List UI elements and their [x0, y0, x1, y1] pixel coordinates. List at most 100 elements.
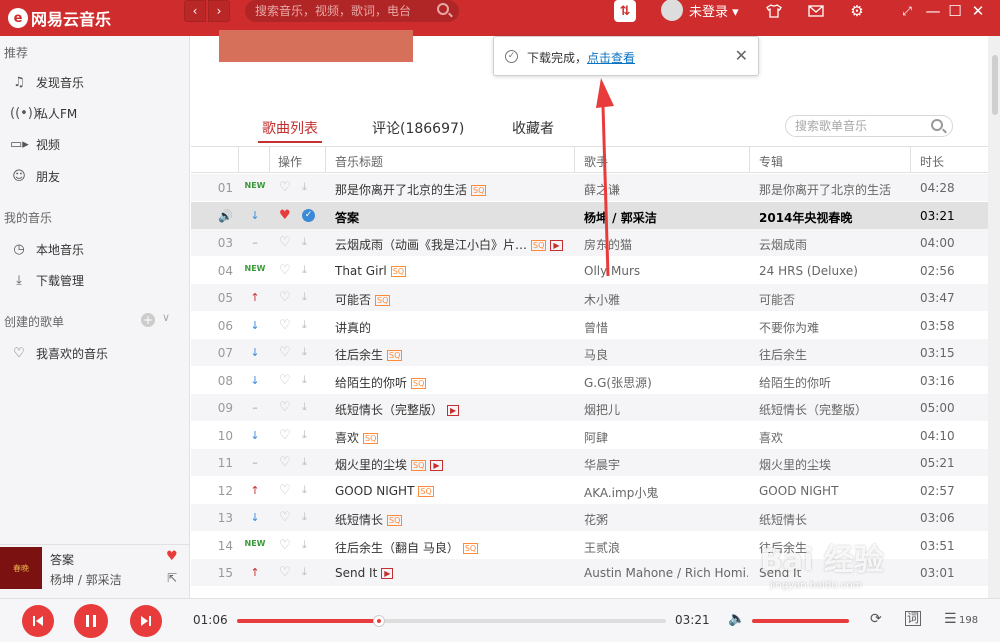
download-icon[interactable]: ⤓ [302, 373, 307, 387]
like-heart-icon[interactable]: ♡ [279, 235, 291, 250]
song-title-cell[interactable]: 可能否 SQ [335, 291, 573, 308]
download-icon[interactable]: ⤓ [302, 538, 307, 552]
album-cell[interactable]: 纸短情长（完整版） [759, 401, 909, 418]
sidebar-item-liked-music[interactable]: ♡ 我喜欢的音乐 [10, 345, 108, 362]
skin-icon[interactable] [764, 0, 784, 22]
artist-cell[interactable]: 华晨宇 [584, 456, 748, 473]
album-cell[interactable]: 烟火里的尘埃 [759, 456, 909, 473]
user-menu[interactable]: 未登录 ▾ [661, 0, 739, 21]
mv-play-icon[interactable]: ▶ [550, 240, 563, 251]
mini-mode-icon[interactable]: ⤢ [897, 0, 917, 22]
sidebar-item-discover[interactable]: ♫ 发现音乐 [10, 74, 84, 91]
sidebar-item-fm[interactable]: ((•)) 私人FM [10, 105, 77, 122]
artist-cell[interactable]: 阿肆 [584, 429, 748, 446]
like-heart-icon[interactable]: ♡ [279, 345, 291, 360]
sidebar-item-friends[interactable]: ☺ 朋友 [10, 168, 60, 185]
back-button[interactable]: ‹ [184, 0, 206, 22]
settings-gear-icon[interactable]: ⚙ [847, 0, 867, 22]
download-icon[interactable]: ⤓ [302, 290, 307, 304]
header-album[interactable]: 专辑 [759, 153, 783, 170]
next-track-button[interactable] [130, 605, 162, 637]
like-heart-icon[interactable]: ♡ [279, 318, 291, 333]
table-row[interactable]: 07 ↓ ♡ ⤓ 往后余生 SQ 马良 往后余生 03:15 [191, 339, 988, 366]
progress-slider[interactable] [237, 615, 666, 627]
album-cell[interactable]: 那是你离开了北京的生活 [759, 181, 909, 198]
like-heart-icon[interactable]: ♡ [279, 373, 291, 388]
playlist-search-input[interactable]: 搜索歌单音乐 [785, 115, 953, 137]
artist-cell[interactable]: 烟把儿 [584, 401, 748, 418]
album-cell[interactable]: 24 HRS (Deluxe) [759, 264, 909, 278]
liked-heart-icon[interactable]: ♥ [279, 208, 291, 223]
like-heart-icon[interactable]: ♡ [279, 290, 291, 305]
song-title-cell[interactable]: 答案 [335, 209, 573, 226]
download-icon[interactable]: ⤓ [302, 235, 307, 249]
chevron-down-icon[interactable]: ∨ [162, 311, 170, 324]
song-title-cell[interactable]: 那是你离开了北京的生活 SQ [335, 181, 573, 198]
like-heart-icon[interactable]: ♡ [279, 510, 291, 525]
like-heart-icon[interactable]: ♡ [279, 428, 291, 443]
mail-icon[interactable] [806, 0, 826, 22]
artist-cell[interactable]: 马良 [584, 346, 748, 363]
now-playing-panel[interactable]: 春晚 答案 杨坤 / 郭采洁 ♥ ⇱ [0, 544, 190, 598]
album-cover[interactable]: 春晚 [0, 547, 42, 589]
table-row[interactable]: 08 ↓ ♡ ⤓ 给陌生的你听 SQ G.G(张思源) 给陌生的你听 03:16 [191, 367, 988, 394]
scrollbar-thumb[interactable] [992, 55, 998, 115]
download-icon[interactable]: ⤓ [302, 510, 307, 524]
song-title-cell[interactable]: 喜欢 SQ [335, 429, 573, 446]
search-icon[interactable] [437, 3, 449, 15]
download-icon[interactable]: ⤓ [302, 318, 307, 332]
like-heart-icon[interactable]: ♡ [279, 455, 291, 470]
minimize-icon[interactable]: — [923, 0, 943, 22]
like-heart-icon[interactable]: ♡ [279, 538, 291, 553]
album-cell[interactable]: 给陌生的你听 [759, 374, 909, 391]
song-title-cell[interactable]: 讲真的 [335, 319, 573, 336]
progress-knob[interactable] [372, 615, 385, 627]
album-cell[interactable]: GOOD NIGHT [759, 484, 909, 498]
maximize-icon[interactable]: ☐ [945, 0, 965, 22]
liked-heart-icon[interactable]: ♥ [166, 549, 178, 564]
toast-close-icon[interactable]: ✕ [735, 46, 748, 65]
song-title-cell[interactable]: 往后余生（翻自 马良） SQ [335, 539, 573, 556]
album-cell[interactable]: 可能否 [759, 291, 909, 308]
album-cell[interactable]: 往后余生 [759, 346, 909, 363]
like-heart-icon[interactable]: ♡ [279, 263, 291, 278]
song-title-cell[interactable]: 纸短情长 SQ [335, 511, 573, 528]
like-heart-icon[interactable]: ♡ [279, 180, 291, 195]
download-icon[interactable]: ⤓ [302, 400, 307, 414]
tab-song-list[interactable]: 歌曲列表 [262, 118, 318, 138]
song-title-cell[interactable]: 纸短情长（完整版） ▶ [335, 401, 573, 418]
song-title-cell[interactable]: 烟火里的尘埃 SQ ▶ [335, 456, 573, 473]
sidebar-item-local-music[interactable]: ◷ 本地音乐 [10, 241, 84, 258]
volume-slider[interactable] [752, 619, 849, 623]
lyric-button[interactable]: 词 [905, 611, 922, 626]
close-icon[interactable]: ✕ [968, 0, 988, 22]
sidebar-item-downloads[interactable]: ⤓ 下载管理 [10, 272, 84, 289]
album-cell[interactable]: 不要你为难 [759, 319, 909, 336]
artist-cell[interactable]: G.G(张思源) [584, 374, 748, 391]
download-icon[interactable]: ⤓ [302, 345, 307, 359]
song-title-cell[interactable]: Send It ▶ [335, 566, 573, 580]
song-title-cell[interactable]: GOOD NIGHT SQ [335, 484, 573, 498]
artist-cell[interactable]: 曾惜 [584, 319, 748, 336]
album-cell[interactable]: 2014年央视春晚 [759, 209, 909, 226]
tab-comments[interactable]: 评论(186697) [372, 118, 464, 138]
repeat-icon[interactable]: ⟳ [870, 611, 882, 627]
download-icon[interactable]: ⤓ [302, 428, 307, 442]
table-row[interactable]: 11– ♡ ⤓ 烟火里的尘埃 SQ ▶ 华晨宇 烟火里的尘埃 05:21 [191, 449, 988, 476]
like-heart-icon[interactable]: ♡ [279, 400, 291, 415]
header-title[interactable]: 音乐标题 [335, 153, 383, 170]
song-title-cell[interactable]: That Girl SQ [335, 264, 573, 278]
album-cell[interactable]: 云烟成雨 [759, 236, 909, 253]
song-title-cell[interactable]: 云烟成雨（动画《我是江小白》片… SQ ▶ [335, 236, 573, 253]
download-icon[interactable]: ⤓ [302, 455, 307, 469]
table-row[interactable]: 05 ↑ ♡ ⤓ 可能否 SQ 木小雅 可能否 03:47 [191, 284, 988, 311]
download-icon[interactable]: ⤓ [302, 180, 307, 194]
download-icon[interactable]: ⤓ [302, 263, 307, 277]
album-cell[interactable]: 喜欢 [759, 429, 909, 446]
global-search-input[interactable]: 搜索音乐，视频，歌词，电台 [245, 0, 459, 22]
pause-button[interactable] [74, 604, 108, 638]
sidebar-item-video[interactable]: ▭▸ 视频 [10, 136, 60, 153]
table-row[interactable]: 09– ♡ ⤓ 纸短情长（完整版） ▶ 烟把儿 纸短情长（完整版） 05:00 [191, 394, 988, 421]
artist-cell[interactable]: 花粥 [584, 511, 748, 528]
artist-cell[interactable]: 王贰浪 [584, 539, 748, 556]
